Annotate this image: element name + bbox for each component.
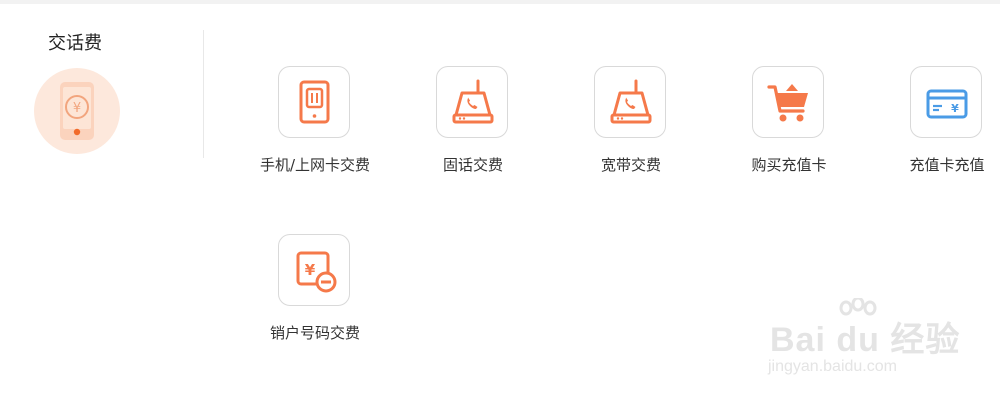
service-label: 固话交费: [442, 156, 503, 174]
shopping-cart-icon: [767, 84, 808, 122]
cancel-account-icon: ¥: [296, 251, 337, 293]
svg-text:¥: ¥: [73, 101, 81, 116]
service-icon-box[interactable]: [278, 66, 350, 138]
section-title: 交话费: [48, 33, 102, 54]
baidu-watermark: Bai du 经验 jingyan.baidu.com: [762, 298, 962, 388]
phone-yuan-icon: ¥: [34, 68, 120, 154]
service-tile-landline[interactable]: 固话交费: [398, 66, 548, 186]
service-label: 销户号码交费: [269, 324, 360, 342]
service-label: 充值卡充值: [909, 156, 985, 174]
top-border: [0, 0, 1000, 4]
service-tile-recharge-card[interactable]: ¥ 充值卡充值: [872, 66, 1000, 186]
broadband-router-icon: [610, 79, 652, 124]
landline-phone-icon: [452, 79, 494, 124]
service-label: 宽带交费: [600, 156, 661, 174]
mobile-sim-icon: [299, 80, 330, 124]
service-icon-box[interactable]: [594, 66, 666, 138]
service-icon-box[interactable]: ¥: [278, 234, 350, 306]
service-icon-box[interactable]: [752, 66, 824, 138]
svg-text:¥: ¥: [305, 261, 316, 279]
baidu-paw-icon: [839, 298, 877, 316]
watermark-brand: Bai du 经验: [770, 321, 961, 359]
recharge-card-icon: ¥: [926, 89, 968, 119]
service-tile-mobile[interactable]: 手机/上网卡交费: [240, 66, 390, 186]
service-label: 购买充值卡: [751, 156, 827, 174]
service-icon-box[interactable]: ¥: [910, 66, 982, 138]
service-tile-cancel-account[interactable]: ¥ 销户号码交费: [240, 234, 390, 354]
service-tile-buy-card[interactable]: 购买充值卡: [714, 66, 864, 186]
watermark-url: jingyan.baidu.com: [768, 358, 897, 375]
service-icon-box[interactable]: [436, 66, 508, 138]
service-tile-broadband[interactable]: 宽带交费: [556, 66, 706, 186]
svg-text:¥: ¥: [951, 102, 959, 115]
service-label: 手机/上网卡交费: [259, 156, 371, 174]
vertical-divider: [203, 30, 204, 158]
